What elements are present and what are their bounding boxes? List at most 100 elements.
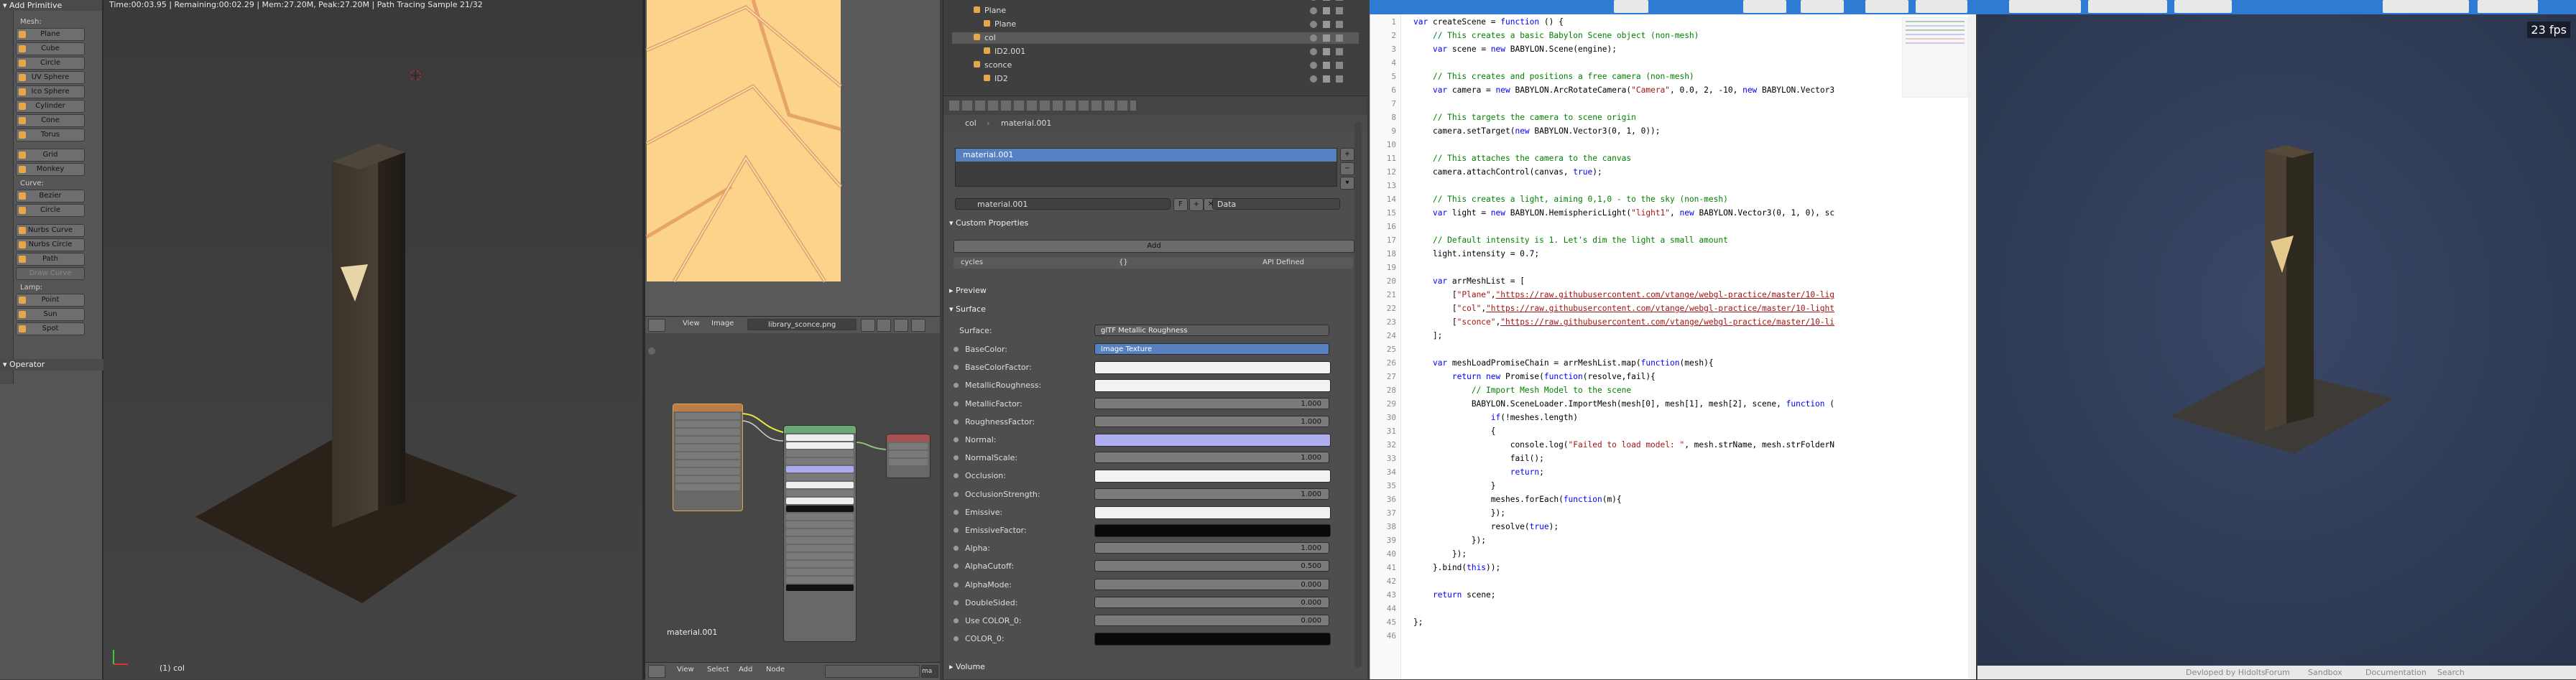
code-line[interactable]: camera.attachControl(canvas, true); (1413, 167, 1602, 177)
code-line[interactable]: console.log("Failed to load model: ", me… (1413, 440, 1834, 450)
curve-circle-button[interactable]: Circle (16, 204, 85, 217)
custom-properties-panel-header[interactable]: ▾ Custom Properties (949, 218, 1028, 228)
code-line[interactable]: // This attaches the camera to the canva… (1413, 154, 1631, 163)
node-menu-add[interactable]: Add (739, 666, 752, 674)
code-scrollbar[interactable] (1968, 14, 1975, 679)
code-line[interactable]: // Import Mesh Model to the scene (1413, 386, 1631, 395)
code-line[interactable]: // This targets the camera to scene orig… (1413, 113, 1636, 122)
mesh-torus-button[interactable]: Torus (16, 129, 85, 141)
render-canvas[interactable]: 23 fps (1977, 14, 2576, 666)
render-camera-icon[interactable] (1336, 62, 1343, 69)
node-editor-type-button[interactable] (648, 665, 665, 678)
add-primitive-header[interactable]: ▾ Add Primitive (0, 0, 102, 11)
code-line[interactable]: var light = new BABYLON.HemisphericLight… (1413, 208, 1834, 218)
mesh-ico-sphere-button[interactable]: Ico Sphere (16, 85, 85, 98)
slot-specials-button[interactable]: ▾ (1340, 177, 1354, 190)
new-image-button[interactable] (877, 319, 891, 332)
code-line[interactable]: var scene = new BABYLON.Scene(engine); (1413, 45, 1617, 54)
outliner-row[interactable]: ID2 (952, 73, 1359, 85)
surface-field-value[interactable]: 0.500 (1094, 560, 1329, 572)
socket-link-icon[interactable] (954, 347, 959, 352)
code-line[interactable]: ["col","https://raw.githubusercontent.co… (1413, 304, 1834, 313)
node-tree-type-selector[interactable] (825, 665, 920, 678)
code-line[interactable]: }.bind(this)); (1413, 563, 1500, 572)
outliner-row[interactable]: sconce (952, 60, 1359, 71)
code-line[interactable]: }); (1413, 508, 1505, 518)
socket-link-icon[interactable] (954, 546, 959, 551)
socket-link-icon[interactable] (954, 455, 959, 461)
mesh-grid-button[interactable]: Grid (16, 149, 85, 162)
visibility-eye-icon[interactable] (1310, 48, 1317, 55)
render-camera-icon[interactable] (1336, 48, 1343, 55)
outliner-row[interactable]: Plane (952, 19, 1359, 30)
mesh-cylinder-button[interactable]: Cylinder (16, 100, 85, 113)
node-menu-node[interactable]: Node (766, 666, 785, 674)
clear-button[interactable] (1801, 0, 1844, 13)
selectability-cursor-icon[interactable] (1323, 7, 1330, 14)
code-line[interactable]: }); (1413, 549, 1467, 559)
operator-panel[interactable]: ▾ Operator (0, 359, 105, 371)
surface-field-value[interactable] (1094, 434, 1331, 447)
render-camera-icon[interactable] (1336, 7, 1343, 14)
fullscreen-button[interactable] (2174, 0, 2232, 13)
code-line[interactable]: camera.setTarget(new BABYLON.Vector3(0, … (1413, 126, 1661, 136)
code-minimap[interactable] (1902, 17, 1968, 98)
socket-link-icon[interactable] (954, 383, 959, 388)
code-line[interactable]: // This creates a basic Babylon Scene ob… (1413, 31, 1699, 40)
surface-field-value[interactable] (1094, 506, 1331, 519)
outliner-row[interactable]: Plane (952, 5, 1359, 17)
image-file-selector[interactable]: library_sconce.png (747, 319, 857, 330)
debug-layer-button[interactable] (2088, 0, 2167, 13)
gltf-metallic-roughness-node[interactable] (783, 425, 857, 642)
mesh-circle-button[interactable]: Circle (16, 57, 85, 70)
code-line[interactable]: // This creates a light, aiming 0,1,0 - … (1413, 195, 1728, 204)
material-slot-item[interactable]: material.001 (956, 149, 1337, 162)
editor-type-button[interactable] (648, 319, 665, 332)
new-material-button[interactable]: + (1189, 198, 1204, 211)
socket-link-icon[interactable] (954, 401, 959, 406)
lamp-point-button[interactable]: Point (16, 294, 85, 307)
add-slot-button[interactable]: + (1340, 148, 1354, 161)
code-line[interactable]: light.intensity = 0.7; (1413, 249, 1539, 259)
remove-slot-button[interactable]: − (1340, 162, 1354, 175)
visibility-eye-icon[interactable] (1310, 7, 1317, 14)
open-image-button[interactable] (894, 319, 908, 332)
code-line[interactable]: return scene; (1413, 590, 1496, 600)
code-line[interactable]: // This creates and positions a free cam… (1413, 72, 1694, 81)
nurbs-path-button[interactable]: Path (16, 253, 85, 266)
new-button[interactable] (1743, 0, 1786, 13)
pin-button[interactable] (911, 319, 925, 332)
code-line[interactable]: var createScene = function () { (1413, 17, 1564, 27)
examples-button[interactable] (2478, 0, 2538, 13)
properties-tab-bar[interactable] (943, 96, 1367, 115)
code-line[interactable]: { (1413, 427, 1496, 436)
footer-link[interactable]: Documentation (2365, 668, 2427, 677)
code-line[interactable]: ["Plane","https://raw.githubusercontent.… (1413, 290, 1834, 299)
code-editor[interactable]: 1 var createScene = function () {2 // Thi… (1370, 14, 1976, 679)
surface-field-value[interactable]: 0.000 (1094, 615, 1329, 626)
volume-panel-header[interactable]: ▸ Volume (949, 662, 985, 671)
visibility-eye-icon[interactable] (1310, 21, 1317, 28)
surface-field-value[interactable]: 1.000 (1094, 488, 1329, 500)
code-line[interactable]: resolve(true); (1413, 522, 1559, 531)
socket-link-icon[interactable] (954, 564, 959, 569)
visibility-eye-icon[interactable] (1310, 0, 1317, 1)
node-menu-select[interactable]: Select (707, 666, 729, 674)
footer-link[interactable]: Sandbox (2308, 668, 2342, 677)
node-toolbar-toggle[interactable] (648, 348, 655, 355)
surface-field-value[interactable] (1094, 633, 1331, 646)
zip-button[interactable] (1916, 0, 1967, 13)
visibility-eye-icon[interactable] (1310, 75, 1317, 83)
code-line[interactable]: }); (1413, 536, 1486, 545)
preview-panel-header[interactable]: ▸ Preview (949, 286, 987, 295)
code-line[interactable]: fail(); (1413, 454, 1544, 463)
selectability-cursor-icon[interactable] (1323, 48, 1330, 55)
mesh-monkey-button[interactable]: Monkey (16, 163, 85, 176)
surface-field-value[interactable] (1094, 470, 1331, 483)
outliner[interactable]: World Plane Plane col ID2.001 sconce ID2 (943, 0, 1367, 96)
add-property-button[interactable]: Add (954, 240, 1354, 253)
socket-link-icon[interactable] (954, 582, 959, 587)
render-camera-icon[interactable] (1336, 0, 1343, 1)
fake-user-button[interactable] (861, 319, 875, 332)
footer-link[interactable]: Search (2437, 668, 2465, 677)
